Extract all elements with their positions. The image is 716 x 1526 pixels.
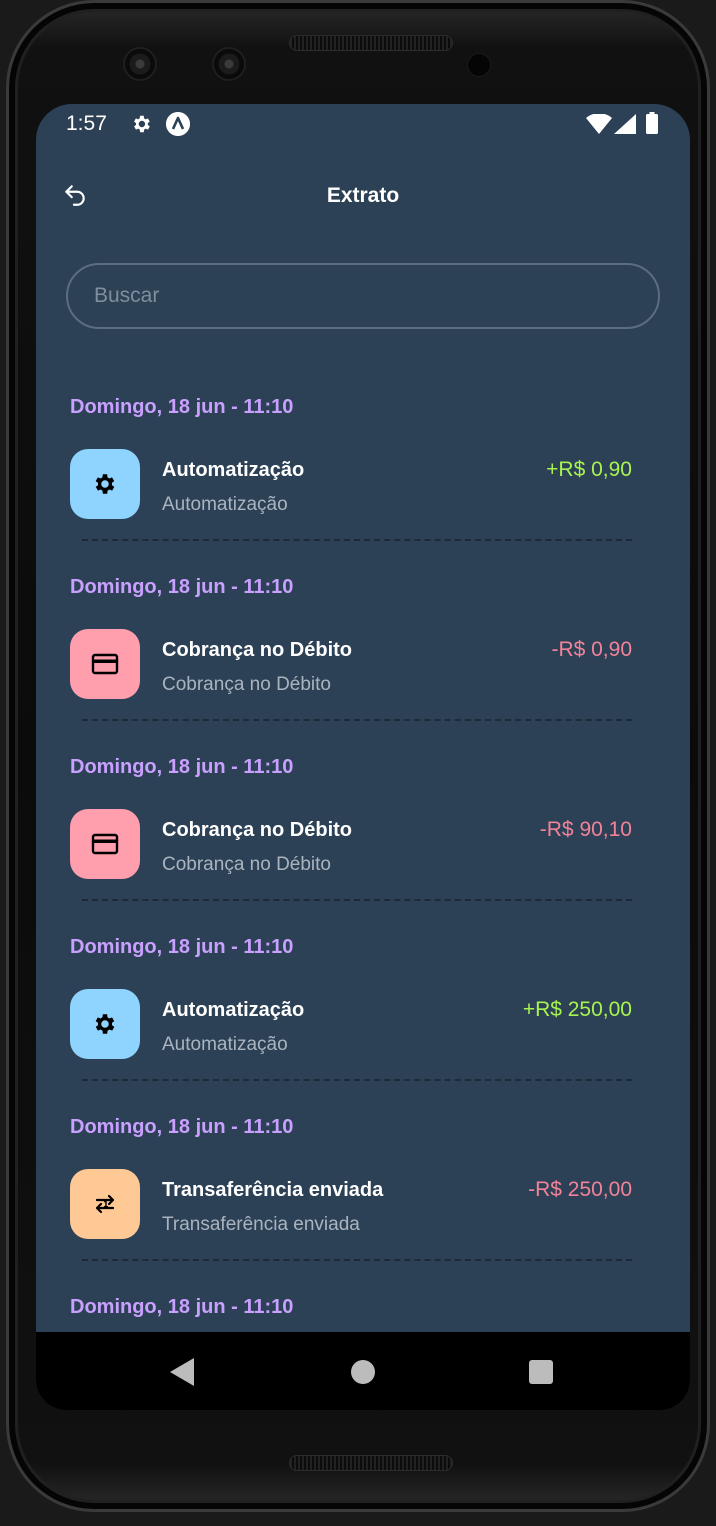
status-bar: 1:57 [36,104,690,146]
transaction-item[interactable]: Domingo, 18 jun - 11:10 Automatização Au… [36,924,690,1104]
battery-icon [646,112,658,134]
transaction-item[interactable]: Domingo, 18 jun - 11:10 Automatização Au… [36,384,690,564]
search-input[interactable] [66,263,660,329]
transaction-title: Cobrança no Débito [162,639,353,661]
dashed-divider [82,1079,632,1081]
system-navigation-bar [36,1332,690,1410]
front-camera-secondary [212,47,246,81]
transaction-title: Cobrança no Débito [162,819,353,841]
transaction-date: Domingo, 18 jun - 11:10 [70,1116,294,1138]
transaction-amount: -R$ 90,10 [539,818,632,841]
transfer-icon: 1 [70,1169,140,1239]
transaction-date: Domingo, 18 jun - 11:10 [70,1296,294,1318]
nav-back-icon[interactable] [170,1358,196,1386]
transaction-date: Domingo, 18 jun - 11:10 [70,936,294,958]
proximity-sensor [467,53,491,77]
wifi-icon [586,114,612,134]
transaction-subtitle: Automatização [162,1034,288,1055]
page-title: Extrato [326,184,400,207]
app-screen: 1:57 Extrato Domingo, [36,104,690,1410]
gear-icon [70,989,140,1059]
nav-recents-icon[interactable] [529,1360,553,1384]
transaction-title: Transaferência enviada [162,1179,384,1201]
transaction-item[interactable]: Domingo, 18 jun - 11:10 Cobrança no Débi… [36,564,690,744]
front-camera [123,47,157,81]
app-notification-icon [166,112,190,136]
signal-icon [614,114,636,134]
gear-icon [70,449,140,519]
transaction-item[interactable]: Domingo, 18 jun - 11:10 Cobrança no Débi… [36,744,690,924]
transaction-subtitle: Transaferência enviada [162,1214,360,1235]
dashed-divider [82,719,632,721]
transaction-amount: -R$ 0,90 [551,638,632,661]
transaction-amount: +R$ 0,90 [546,458,632,481]
bottom-speaker [289,1455,453,1471]
dashed-divider [82,1259,632,1261]
transaction-list: Domingo, 18 jun - 11:10 Automatização Au… [36,384,690,1410]
transaction-item[interactable]: Domingo, 18 jun - 11:10 1 Transaferência… [36,1104,690,1284]
transaction-date: Domingo, 18 jun - 11:10 [70,576,294,598]
transaction-date: Domingo, 18 jun - 11:10 [70,756,294,778]
nav-home-icon[interactable] [351,1360,375,1384]
svg-text:1: 1 [103,1200,109,1209]
earpiece-speaker [289,35,453,51]
transaction-title: Automatização [162,999,305,1021]
transaction-amount: -R$ 250,00 [528,1178,632,1201]
credit-card-icon [70,809,140,879]
dashed-divider [82,539,632,541]
transaction-title: Automatização [162,459,305,481]
transaction-subtitle: Cobrança no Débito [162,674,331,695]
settings-notification-icon [134,115,150,133]
status-time: 1:57 [66,112,107,135]
credit-card-icon [70,629,140,699]
transaction-subtitle: Automatização [162,494,288,515]
top-app-bar: Extrato [36,166,690,226]
transaction-date: Domingo, 18 jun - 11:10 [70,396,294,418]
transaction-amount: +R$ 250,00 [522,998,632,1021]
transaction-subtitle: Cobrança no Débito [162,854,331,875]
dashed-divider [82,899,632,901]
